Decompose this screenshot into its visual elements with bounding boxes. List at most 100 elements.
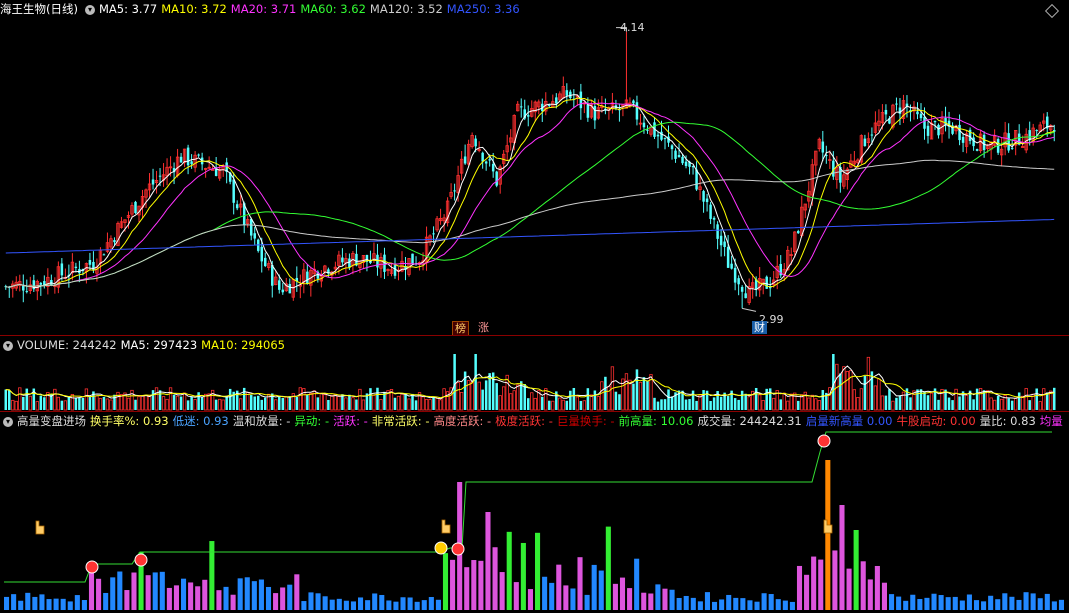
indicator-bar <box>697 601 703 610</box>
volume-bar <box>972 399 975 410</box>
volume-bar <box>961 391 965 410</box>
volume-bar <box>361 399 366 411</box>
volume-bar <box>119 394 124 411</box>
indicator-bar <box>513 582 519 610</box>
volume-bar <box>56 396 61 411</box>
indicator-bar <box>216 590 222 610</box>
indicator-bar <box>768 594 774 610</box>
indicator-bar <box>683 595 689 610</box>
volume-bar <box>288 396 292 410</box>
volume-bar <box>263 397 267 410</box>
candle-body <box>705 198 709 203</box>
candle-body <box>488 159 491 161</box>
volume-bar <box>18 387 22 411</box>
price-pane[interactable]: 海王生物(日线) ▾ MA5: 3.77 MA10: 3.72 MA20: 3.71 MA… <box>0 0 1069 336</box>
indicator-bar <box>315 593 321 610</box>
hand-cursor-icon <box>35 520 45 535</box>
volume-bar <box>919 389 923 410</box>
volume-bar <box>442 388 446 411</box>
volume-bar <box>63 400 68 411</box>
volume-bar <box>369 388 372 410</box>
volume-bar <box>779 399 782 410</box>
indicator-bar <box>811 556 817 610</box>
indicator-bar <box>258 579 264 610</box>
volume-chart[interactable] <box>0 336 1069 411</box>
tag-zhang[interactable]: 涨 <box>476 321 491 334</box>
candle-body <box>565 90 569 96</box>
candle-body <box>249 218 253 236</box>
indicator-bar <box>244 577 250 610</box>
volume-pane[interactable]: ▾ VOLUME: 244242 MA5: 297423 MA10: 294065 <box>0 336 1069 411</box>
volume-bar <box>916 389 919 410</box>
indicator-chart[interactable] <box>0 412 1069 613</box>
ma-line-60 <box>5 121 1055 288</box>
volume-bar <box>761 400 765 411</box>
price-chart[interactable] <box>0 0 1069 335</box>
volume-bar <box>786 400 790 411</box>
candle-body <box>411 253 414 265</box>
volume-bar <box>151 390 155 410</box>
volume-bar <box>509 393 513 411</box>
candle-body <box>663 138 667 140</box>
volume-bar <box>929 392 934 411</box>
indicator-bar <box>1051 601 1057 610</box>
volume-bar <box>8 390 11 410</box>
candle-body <box>635 102 639 120</box>
indicator-bar <box>265 586 272 610</box>
volume-bar <box>95 395 99 411</box>
tag-bang[interactable]: 榜 <box>452 321 469 336</box>
volume-bar <box>470 381 474 411</box>
volume-bar <box>533 397 537 411</box>
volume-bar <box>498 395 502 411</box>
indicator-bar <box>988 595 994 610</box>
candle-body <box>190 161 193 165</box>
candle-body <box>632 100 635 104</box>
volume-bar <box>140 395 145 411</box>
volume-bar <box>474 354 477 410</box>
volume-bar <box>4 389 8 410</box>
high-price-label: 4.14 <box>620 21 645 34</box>
indicator-bar <box>53 598 59 610</box>
indicator-bar <box>173 585 179 610</box>
volume-bar <box>789 393 793 411</box>
volume-bar <box>670 396 674 410</box>
candle-body <box>134 201 137 214</box>
volume-bar <box>396 395 401 411</box>
volume-bar <box>744 393 747 410</box>
volume-bar <box>134 399 137 410</box>
indicator-bar <box>860 561 866 610</box>
indicator-bar <box>188 582 194 610</box>
ma-line-10 <box>5 97 1055 288</box>
volume-bar <box>379 399 383 411</box>
candle-body <box>975 149 979 151</box>
candle-body <box>961 136 965 143</box>
volume-bar <box>74 397 78 410</box>
indicator-bar <box>117 571 123 610</box>
volume-bar <box>239 398 243 411</box>
volume-bar <box>842 366 846 411</box>
indicator-bar <box>520 542 526 610</box>
candle-body <box>278 280 281 290</box>
indicator-bar <box>336 598 342 610</box>
volume-bar <box>147 395 152 411</box>
tag-cai[interactable]: 财 <box>752 321 767 334</box>
volume-bar <box>999 398 1004 411</box>
indicator-bar <box>959 600 965 610</box>
indicator-bar <box>747 600 753 610</box>
volume-bar <box>456 382 460 411</box>
candle-body <box>232 179 235 203</box>
volume-bar <box>309 392 313 411</box>
candle-body <box>716 224 719 239</box>
candle-body <box>895 103 898 105</box>
volume-bar <box>782 392 786 411</box>
volume-bar <box>348 394 351 410</box>
indicator-bar <box>619 577 626 610</box>
indicator-bar <box>230 594 236 610</box>
indicator-bar <box>145 575 151 610</box>
candle-body <box>898 107 902 114</box>
indicator-pane[interactable]: ▾ 高量变盘进场 换手率%: 0.93 低迷: 0.93 温和放量: - 异动: - 活跃:… <box>0 412 1069 613</box>
volume-bar <box>593 390 597 410</box>
indicator-bar <box>492 547 498 610</box>
volume-bar <box>158 390 162 410</box>
volume-bar <box>175 395 180 411</box>
